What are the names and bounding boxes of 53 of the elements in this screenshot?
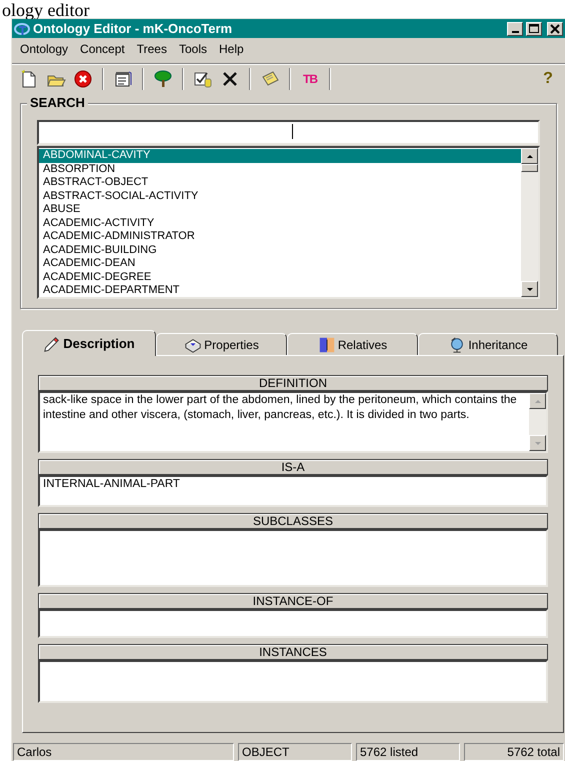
delete-button[interactable] (72, 68, 94, 90)
scroll-up-button[interactable] (529, 393, 546, 409)
maximize-button[interactable] (526, 22, 542, 36)
menu-item[interactable]: Help (214, 40, 248, 58)
list-item[interactable]: ABUSE (39, 203, 521, 216)
tab[interactable]: Description (22, 330, 156, 356)
section-header: SUBCLASSES (38, 513, 548, 529)
close-icon (549, 22, 561, 34)
list-item[interactable]: ACADEMIC-ADMINISTRATOR (39, 230, 521, 244)
status-pane: 5762 total (464, 743, 564, 761)
section-header: IS-A (38, 459, 548, 475)
scroll-down-button[interactable] (521, 281, 538, 297)
list-item[interactable]: ACADEMIC-BUILDING (39, 244, 521, 257)
tab[interactable]: Properties (156, 333, 287, 355)
window-title: Ontology Editor - mK-OncoTerm (33, 20, 234, 38)
list-item[interactable]: ACADEMIC-DEGREE (39, 270, 521, 284)
search-field[interactable] (37, 120, 540, 145)
list-item[interactable]: ABSORPTION (39, 162, 521, 176)
list-item[interactable]: ABSTRACT-SOCIAL-ACTIVITY (39, 190, 521, 203)
app-icon (14, 20, 30, 36)
list-item[interactable]: ACADEMIC-DEPARTMENT (39, 284, 521, 298)
scroll-down-button[interactable] (529, 435, 546, 451)
definition-text: sack-like space in the lower part of the abdomen, lined by the peritoneum, which contains the intestine and other viscera, (stomach, liver, pancreas, etc.). It is divided in two parts. (43, 394, 517, 421)
status-pane: 5762 listed (356, 743, 460, 761)
minimize-button[interactable] (507, 22, 523, 36)
maximize-icon (528, 22, 540, 34)
menu-item[interactable]: Tools (174, 40, 211, 58)
status-pane: Carlos (13, 743, 234, 761)
menu-item[interactable]: Concept (76, 40, 129, 58)
menu-item[interactable]: Trees (132, 40, 171, 58)
faces-icon (318, 336, 336, 354)
help-button[interactable]: ? (537, 68, 559, 90)
list-item[interactable]: ABDOMINAL-CAVITY (39, 149, 521, 162)
scrollbar[interactable] (521, 148, 538, 297)
list-item[interactable]: ABSTRACT-OBJECT (39, 176, 521, 190)
list-item[interactable]: ACADEMIC-DEAN (39, 257, 521, 270)
pencil-icon (43, 334, 62, 352)
scroll-thumb[interactable] (521, 164, 538, 172)
section-header: INSTANCES (38, 644, 548, 660)
menu-item[interactable]: Ontology (16, 40, 72, 58)
section-header: DEFINITION (38, 375, 548, 391)
close-button[interactable] (547, 22, 563, 36)
page-caption: ology editor (2, 1, 90, 19)
minimize-icon (512, 31, 518, 33)
tab[interactable]: Relatives (287, 333, 418, 355)
status-pane: OBJECT (238, 743, 352, 761)
scrollbar[interactable] (529, 393, 546, 451)
tree-button[interactable] (152, 68, 174, 90)
section-header: INSTANCE-OF (38, 593, 548, 609)
list-item[interactable]: INTERNAL-ANIMAL-PART (43, 478, 180, 490)
scroll-up-button[interactable] (521, 148, 538, 164)
tab[interactable]: Inheritance (418, 333, 558, 355)
list-item[interactable]: ACADEMIC-ACTIVITY (39, 216, 521, 230)
